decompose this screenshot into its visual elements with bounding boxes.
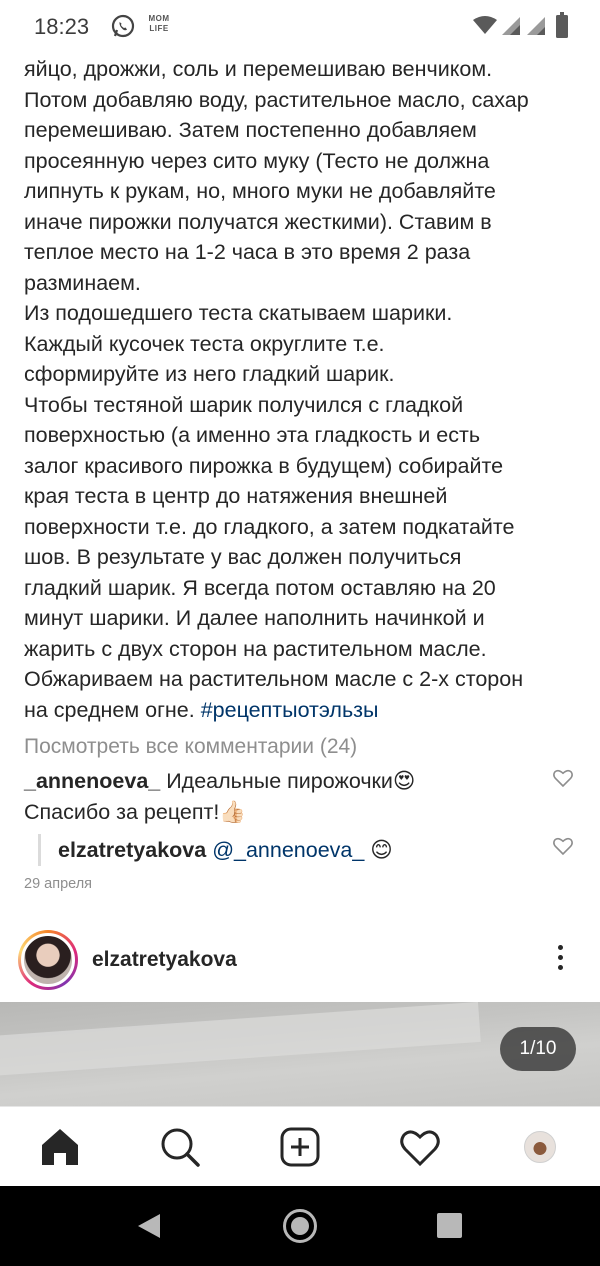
back-icon[interactable] [136,1212,162,1240]
caption-line: теплое место на 1-2 часа в это время 2 р… [24,240,471,264]
caption-line: перемешиваю. Затем постепенно добавляем [24,118,477,142]
battery-icon [556,12,568,38]
story-ring[interactable] [18,930,78,990]
comment-text-2: Спасибо за рецепт! [24,800,220,824]
caption-last-line: на среднем огне. #рецептыотэльзы [24,695,584,726]
comment-text: Идеальные пирожочки [166,769,393,793]
bottom-navigation [0,1106,600,1186]
caption-line: липнуть к рукам, но, много муки не добав… [24,179,496,203]
heart-eyes-emoji: 😍 [392,769,416,794]
like-reply-heart-icon[interactable] [553,837,573,855]
caption-line: минут шарики. И далее наполнить начинкой… [24,606,485,630]
caption-line: Из подошедшего теста скатываем шарики. [24,301,453,325]
caption-line: разминаем. [24,270,141,295]
profile-avatar[interactable] [524,1131,556,1163]
status-bar: 18:23 MOM LIFE [0,0,600,52]
avatar [21,933,75,987]
post-header: elzatretyakova [0,922,600,998]
signal-icon [527,17,545,35]
recents-icon[interactable] [437,1213,462,1238]
comment-username[interactable]: _annenoeva_ [24,769,160,793]
like-comment-heart-icon[interactable] [553,769,573,787]
caption-line: Чтобы тестяной шарик получился с гладкой [24,392,464,417]
caption-line: Каждый кусочек теста округлите т.е. [24,331,385,356]
post-username[interactable]: elzatretyakova [92,948,237,972]
caption-line: шов. В результате у вас должен получитьс… [24,545,462,569]
momlife-icon: MOM LIFE [146,14,172,38]
home-circle-icon[interactable] [282,1208,318,1244]
reply-comment: elzatretyakova @_annenoeva_ 😊 [58,835,393,866]
caption-line: жарить с двух сторон на растительном мас… [24,636,487,661]
smile-emoji: 😊 [370,838,393,863]
caption-line: Потом добавляю воду, растительное масло,… [24,87,529,112]
caption-line: залог красивого пирожка в будущем) собир… [24,453,504,478]
view-all-comments-link[interactable]: Посмотреть все комментарии (24) [24,735,357,759]
whatsapp-icon [111,14,135,38]
more-options-icon[interactable] [548,940,572,980]
caption-line: Обжариваем на растительном масле с 2-х с… [24,667,524,691]
activity-heart-icon[interactable] [398,1125,442,1169]
caption-line: гладкий шарик. Я всегда потом оставляю н… [24,575,496,600]
caption-line: иначе пирожки получатся жесткими). Стави… [24,209,492,234]
caption-line: поверхности т.е. до гладкого, а затем по… [24,514,515,539]
momlife-line2: LIFE [149,24,169,33]
post-date: 29 апреля [24,876,93,892]
caption-line: поверхностью (а именно эта гладкость и е… [24,423,481,447]
home-icon[interactable] [38,1125,82,1169]
wifi-icon [473,16,497,34]
signal-icon [502,17,520,35]
post-caption: яйцо, дрожжи, соль и перемешиваю венчико… [24,54,584,725]
reply-thread-line [38,834,41,866]
reply-mention[interactable]: @_annenoeva_ [212,838,364,862]
caption-line: края теста в центр до натяжения внешней [24,484,448,508]
hashtag-link[interactable]: #рецептыотэльзы [201,698,379,722]
system-navigation-bar [0,1186,600,1266]
caption-line: яйцо, дрожжи, соль и перемешиваю венчико… [24,57,493,81]
caption-last-text: на среднем огне. [24,697,195,722]
reply-username[interactable]: elzatretyakova [58,838,206,862]
add-post-icon[interactable] [278,1125,322,1169]
momlife-line1: MOM [148,14,170,23]
caption-line: сформируйте из него гладкий шарик. [24,362,395,386]
image-counter: 1/10 [500,1027,576,1071]
thumbs-up-emoji: 👍🏻 [219,800,247,825]
search-icon[interactable] [158,1125,202,1169]
status-time: 18:23 [34,14,90,39]
comment: _annenoeva_ Идеальные пирожочки😍 Спасибо… [24,766,544,828]
caption-line: просеянную через сито муку (Тесто не дол… [24,148,490,173]
